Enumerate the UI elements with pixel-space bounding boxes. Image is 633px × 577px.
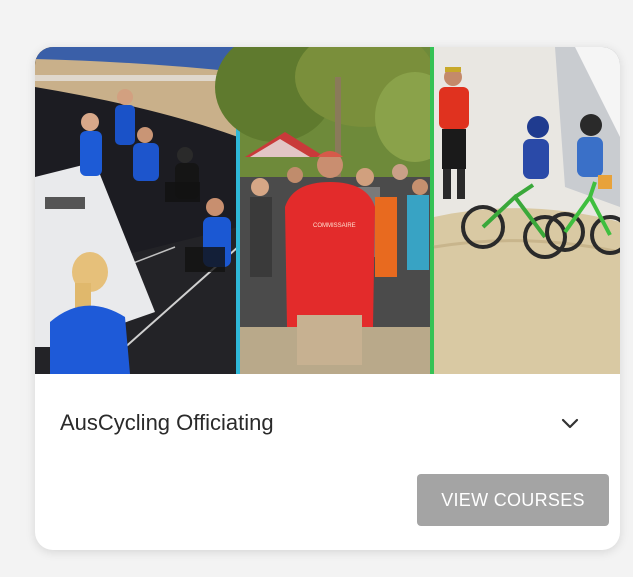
card-title-row[interactable]: AusCycling Officiating [35, 374, 620, 469]
banner-divider [430, 47, 434, 374]
view-courses-button[interactable]: VIEW COURSES [417, 474, 609, 526]
road-cycling-panel: COMMISSAIRE [215, 47, 455, 374]
bmx-panel [433, 47, 620, 374]
chevron-down-icon[interactable] [557, 410, 583, 436]
svg-text:COMMISSAIRE: COMMISSAIRE [313, 223, 356, 229]
course-banner-image: COMMISSAIRE [35, 47, 620, 374]
page: COMMISSAIRE AusCycling Officiating VIEW … [0, 0, 633, 577]
banner-collage: COMMISSAIRE [35, 47, 620, 374]
track-cycling-panel [35, 47, 239, 374]
course-category-title: AusCycling Officiating [60, 410, 274, 435]
course-category-card: COMMISSAIRE AusCycling Officiating VIEW … [35, 47, 620, 550]
